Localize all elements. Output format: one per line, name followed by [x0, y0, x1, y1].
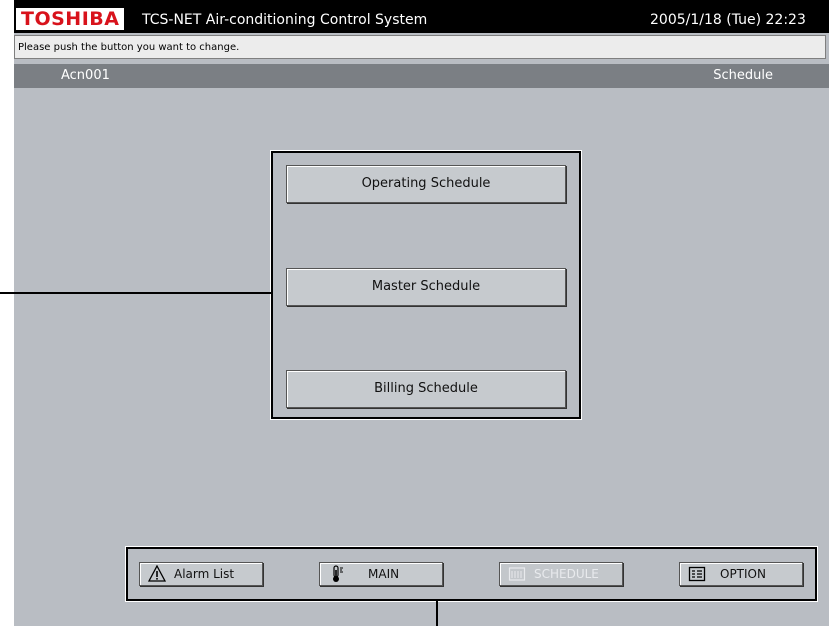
callout-line-bottom [436, 599, 438, 626]
operating-schedule-button[interactable]: Operating Schedule [286, 165, 566, 203]
alarm-list-label: Alarm List [174, 567, 235, 581]
status-bar: Acn001 Schedule [14, 64, 829, 88]
main-label: MAIN [368, 567, 400, 581]
screen-name: Schedule [713, 68, 773, 83]
screen: TOSHIBA TCS-NET Air-conditioning Control… [14, 0, 829, 626]
schedule-nav-label: SCHEDULE [534, 567, 599, 581]
main-button[interactable]: MAIN [319, 562, 443, 586]
callout-line-left [0, 292, 273, 294]
datetime-display: 2005/1/18 (Tue) 22:23 [650, 12, 806, 28]
thermometer-icon [328, 565, 346, 583]
app-title: TCS-NET Air-conditioning Control System [142, 12, 428, 28]
option-button[interactable]: OPTION [679, 562, 803, 586]
schedule-nav-button[interactable]: SCHEDULE [499, 562, 623, 586]
toshiba-logo: TOSHIBA [16, 8, 125, 30]
alarm-list-button[interactable]: Alarm List [139, 562, 263, 586]
navigation-bar: Alarm List MAIN SCHEDULE OPTION [126, 547, 817, 601]
title-bar: TOSHIBA TCS-NET Air-conditioning Control… [14, 0, 829, 33]
unit-name: Acn001 [61, 68, 110, 83]
message-bar: Please push the button you want to chang… [14, 35, 826, 59]
calendar-icon [508, 565, 526, 583]
master-schedule-button[interactable]: Master Schedule [286, 268, 566, 306]
option-label: OPTION [720, 567, 766, 581]
schedule-menu-panel: Operating Schedule Master Schedule Billi… [271, 151, 581, 419]
warning-icon [147, 564, 167, 583]
billing-schedule-button[interactable]: Billing Schedule [286, 370, 566, 408]
list-icon [688, 565, 706, 583]
